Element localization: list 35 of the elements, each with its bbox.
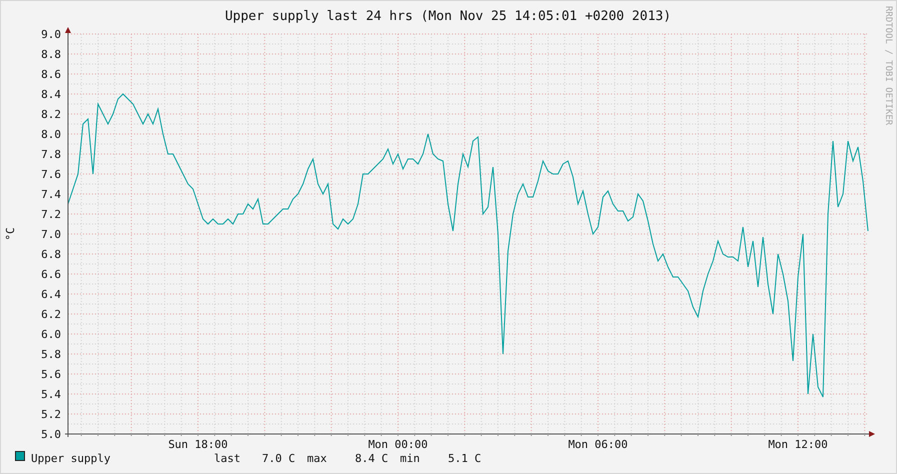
y-tick-label: 5.8: [41, 348, 61, 361]
y-tick-label: 9.0: [41, 28, 61, 41]
stat-value: 8.4 C: [355, 451, 390, 467]
y-tick-label: 7.6: [41, 168, 61, 181]
y-tick-label: 6.6: [41, 268, 61, 281]
y-tick-label: 8.4: [41, 88, 61, 101]
stat-label: max: [307, 451, 328, 467]
y-tick-label: 7.0: [41, 228, 61, 241]
chart-title: Upper supply last 24 hrs (Mon Nov 25 14:05:01 +0200 2013): [224, 9, 672, 24]
y-tick-label: 8.2: [41, 108, 61, 121]
y-tick-label: 6.2: [41, 308, 61, 321]
stat-value: 5.1 C: [448, 451, 482, 467]
y-tick-label: 6.4: [41, 288, 61, 301]
y-tick-label: 5.4: [41, 388, 61, 401]
stat-value: 7.0 C: [262, 451, 296, 467]
y-tick-label: 8.0: [41, 128, 61, 141]
y-tick-label: 8.8: [41, 48, 61, 61]
y-axis-label: °C: [4, 227, 17, 241]
y-tick-label: 6.8: [41, 248, 61, 261]
y-tick-label: 5.0: [41, 428, 61, 441]
x-tick-label: Mon 00:00: [368, 438, 428, 451]
credit-text: RRDTOOL / TOBI OETIKER: [883, 6, 893, 126]
y-tick-label: 5.6: [41, 368, 61, 381]
stat-label: min: [400, 451, 421, 467]
x-tick-label: Mon 12:00: [768, 438, 828, 451]
y-tick-label: 7.4: [41, 188, 61, 201]
y-tick-label: 5.2: [41, 408, 61, 421]
y-tick-label: 6.0: [41, 328, 61, 341]
y-tick-label: 7.8: [41, 148, 61, 161]
y-tick-label: 8.6: [41, 68, 61, 81]
legend-label: Upper supply: [31, 451, 112, 467]
x-tick-label: Mon 06:00: [568, 438, 628, 451]
y-tick-label: 7.2: [41, 208, 61, 221]
x-tick-label: Sun 18:00: [168, 438, 228, 451]
stat-label: last: [214, 451, 242, 467]
